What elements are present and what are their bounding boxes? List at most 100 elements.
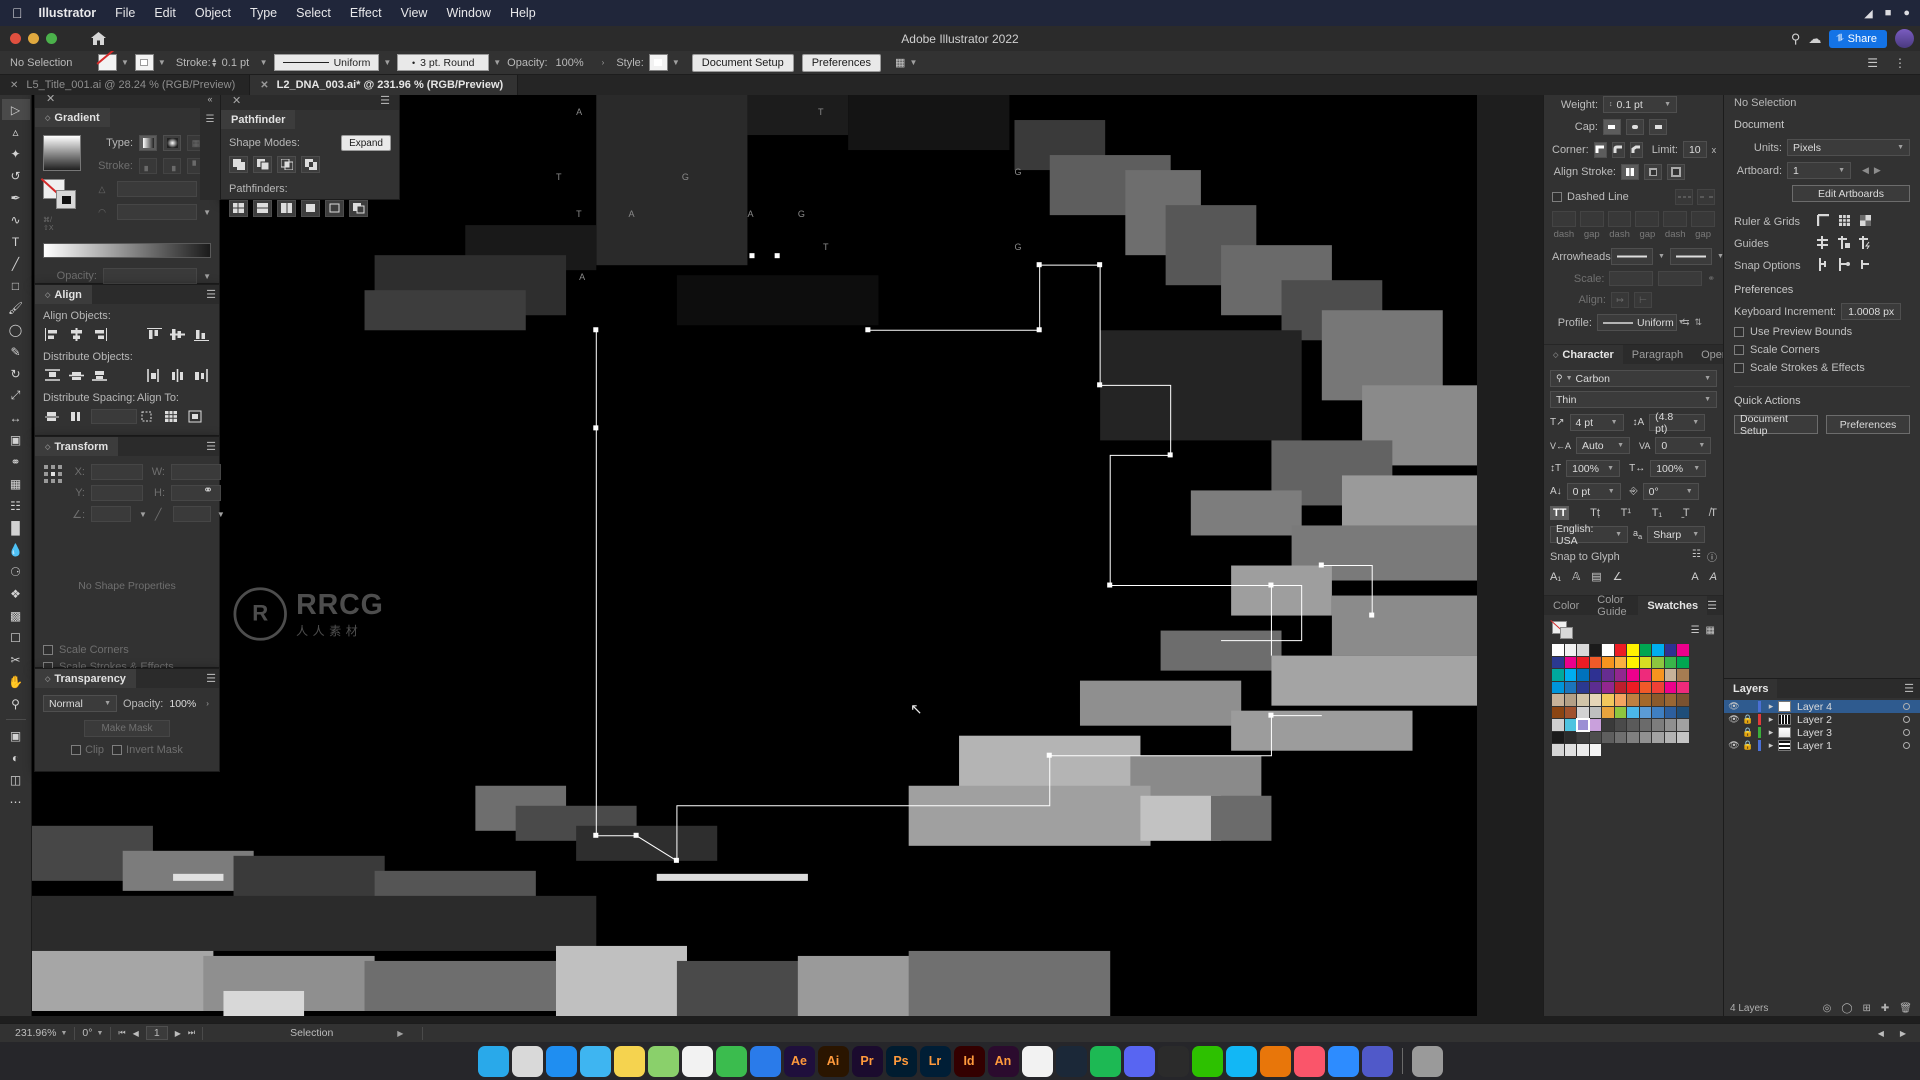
tracking-input[interactable]: 0 ▼ <box>1655 437 1712 454</box>
eyedropper-tool[interactable]: 💧 <box>2 539 30 560</box>
battery-icon[interactable]: ■ <box>1885 7 1892 19</box>
properties-scale-strokes-checkbox[interactable] <box>1734 363 1744 373</box>
opacity-caret[interactable]: › <box>602 58 605 67</box>
minus-front-icon[interactable] <box>253 156 272 173</box>
transform-w-field[interactable] <box>171 464 221 480</box>
blend-tool[interactable]: ⚆ <box>2 561 30 582</box>
layer-target-icon[interactable] <box>1903 703 1910 710</box>
color-swatch[interactable] <box>1577 656 1589 668</box>
vertical-scale-input[interactable]: 100% ▼ <box>1566 460 1621 477</box>
butt-cap-icon[interactable] <box>1603 119 1621 135</box>
transparency-panel[interactable]: ◇ Transparency ☰ Normal ▼ Opacity: 100% … <box>34 668 220 772</box>
shaper-tool[interactable]: ◯ <box>2 319 30 340</box>
preferences-button[interactable]: Preferences <box>801 53 882 72</box>
stroke-panel[interactable]: ◇ Stroke ☰ Weight: ↕ 0.1 pt ▼ <box>1544 70 1737 344</box>
distribute-left-icon[interactable] <box>145 367 164 384</box>
dash-adjust-corners-icon[interactable] <box>1697 189 1715 205</box>
color-swatch[interactable] <box>1577 706 1589 718</box>
kerning-input[interactable]: Auto ▼ <box>1576 437 1631 454</box>
create-sublayer-icon[interactable]: ⊞ <box>1863 1003 1871 1014</box>
dash-field-1[interactable] <box>1552 211 1576 227</box>
close-icon[interactable]: ✕ <box>227 94 246 107</box>
stroke-limit-input[interactable]: 10 <box>1682 141 1707 158</box>
layer-name[interactable]: Layer 4 <box>1797 701 1903 713</box>
color-swatch[interactable] <box>1564 694 1576 706</box>
scale-end-field[interactable] <box>1658 271 1703 286</box>
layer-name[interactable]: Layer 3 <box>1797 727 1903 739</box>
scale-corners-checkbox[interactable] <box>43 645 53 655</box>
layer-target-icon[interactable] <box>1903 729 1910 736</box>
swatch-grid[interactable] <box>1552 644 1715 756</box>
snap-to-grid-icon[interactable] <box>1817 258 1830 274</box>
dock-icon-after-effects[interactable]: Ae <box>783 1045 815 1077</box>
arrange-icon[interactable]: ▦ <box>895 56 905 69</box>
divide-icon[interactable] <box>229 200 248 217</box>
snap-angle-icon[interactable]: ∠ <box>1613 570 1623 583</box>
baseline-shift-input[interactable]: 0 pt ▼ <box>1566 483 1621 500</box>
color-swatch[interactable] <box>1677 694 1689 706</box>
layer-lock-icon[interactable]: 🔒 <box>1741 714 1755 725</box>
pathfinder-panel[interactable]: ✕ ☰ Pathfinder Shape Modes: Expand Pathf… <box>220 90 400 217</box>
layers-tab[interactable]: Layers <box>1724 679 1778 698</box>
linear-gradient-icon[interactable] <box>139 135 157 151</box>
color-swatch[interactable] <box>1614 719 1626 731</box>
gradient-panel[interactable]: ✕ ◇ Gradient ⌘/⇧X Type: ▦ Stroke: ▖ ▗ ▘ … <box>34 88 220 307</box>
dash-field-2[interactable] <box>1607 211 1632 227</box>
make-mask-button[interactable]: Make Mask <box>84 720 170 737</box>
zoom-level[interactable]: 231.96% ▼ <box>8 1027 74 1039</box>
dock-icon-trash[interactable] <box>1411 1045 1443 1077</box>
color-swatch[interactable] <box>1602 644 1614 656</box>
keyboard-increment-input[interactable]: 1.0008 px <box>1841 303 1902 320</box>
snap-to-pixel-icon[interactable] <box>1859 258 1872 274</box>
gradient-tool[interactable]: █ <box>2 517 30 538</box>
panel-menu-icon[interactable]: ☰ <box>206 288 219 301</box>
dock-icon-vlc[interactable] <box>1259 1045 1291 1077</box>
document-tab-1[interactable]: ✕ L5_Title_001.ai @ 28.24 % (RGB/Preview… <box>0 75 251 95</box>
transform-h-field[interactable] <box>171 485 221 501</box>
show-transparency-grid-icon[interactable] <box>1859 214 1872 230</box>
color-swatch[interactable] <box>1664 644 1676 656</box>
intersect-icon[interactable] <box>277 156 296 173</box>
artboard-select[interactable]: 1 ▼ <box>1787 162 1851 179</box>
gradient-aspect-caret[interactable]: ▼ <box>203 208 211 217</box>
panel-menu-icon[interactable]: ☰ <box>380 94 393 107</box>
dock-icon-qq[interactable] <box>1225 1045 1257 1077</box>
rotate-tool[interactable]: ↻ <box>2 363 30 384</box>
layer-name[interactable]: Layer 1 <box>1797 740 1903 752</box>
color-swatch[interactable] <box>1602 706 1614 718</box>
wifi-icon[interactable]: ◢ <box>1864 7 1872 20</box>
align-stroke-outside-icon[interactable] <box>1667 164 1685 180</box>
document-tab-2[interactable]: ✕ L2_DNA_003.ai* @ 231.96 % (RGB/Preview… <box>250 75 519 95</box>
properties-scale-corners-checkbox[interactable] <box>1734 345 1744 355</box>
color-swatch[interactable] <box>1552 656 1564 668</box>
document-setup-button[interactable]: Document Setup <box>691 53 794 72</box>
color-swatch[interactable] <box>1564 644 1576 656</box>
dock-icon-wechat[interactable] <box>1191 1045 1223 1077</box>
stroke-weight-input[interactable]: ↕ 0.1 pt ▼ <box>1603 96 1677 113</box>
color-swatch[interactable] <box>1639 681 1651 693</box>
stroke-weight-value[interactable]: 0.1 pt <box>222 57 256 69</box>
layer-row[interactable]: 👁 🔒 ▸ Layer 2 <box>1724 713 1920 726</box>
gradient-opacity-field[interactable] <box>103 268 198 284</box>
distribute-center-h-icon[interactable] <box>169 367 188 384</box>
leading-input[interactable]: (4.8 pt) ▼ <box>1649 411 1706 435</box>
color-swatch[interactable] <box>1614 706 1626 718</box>
pathfinder-tab[interactable]: Pathfinder <box>221 110 296 129</box>
color-swatch[interactable] <box>1627 719 1639 731</box>
anti-alias-select[interactable]: Sharp ▼ <box>1647 526 1706 543</box>
close-tab-icon[interactable]: ✕ <box>10 80 18 91</box>
menu-effect[interactable]: Effect <box>350 6 382 20</box>
quick-preferences-button[interactable]: Preferences <box>1826 415 1910 434</box>
gap-field-3[interactable] <box>1691 211 1715 227</box>
distribute-bottom-icon[interactable] <box>90 367 109 384</box>
arrowhead-end-select[interactable] <box>1669 248 1712 265</box>
perspective-grid-tool[interactable]: ▦ <box>2 473 30 494</box>
panel-menu-icon[interactable]: ☰ <box>1904 682 1920 695</box>
artboard-navigation[interactable]: ⏮ ◀ 1 ▶ ⏭ <box>111 1026 202 1040</box>
cloud-icon[interactable]: ☁ <box>1808 31 1821 47</box>
color-swatch[interactable] <box>1576 718 1590 732</box>
show-guides-icon[interactable] <box>1817 236 1830 252</box>
dock-icon-chrome[interactable] <box>1021 1045 1053 1077</box>
collapse-icon[interactable]: « <box>207 94 212 104</box>
create-layer-icon[interactable]: ✚ <box>1881 1003 1889 1014</box>
